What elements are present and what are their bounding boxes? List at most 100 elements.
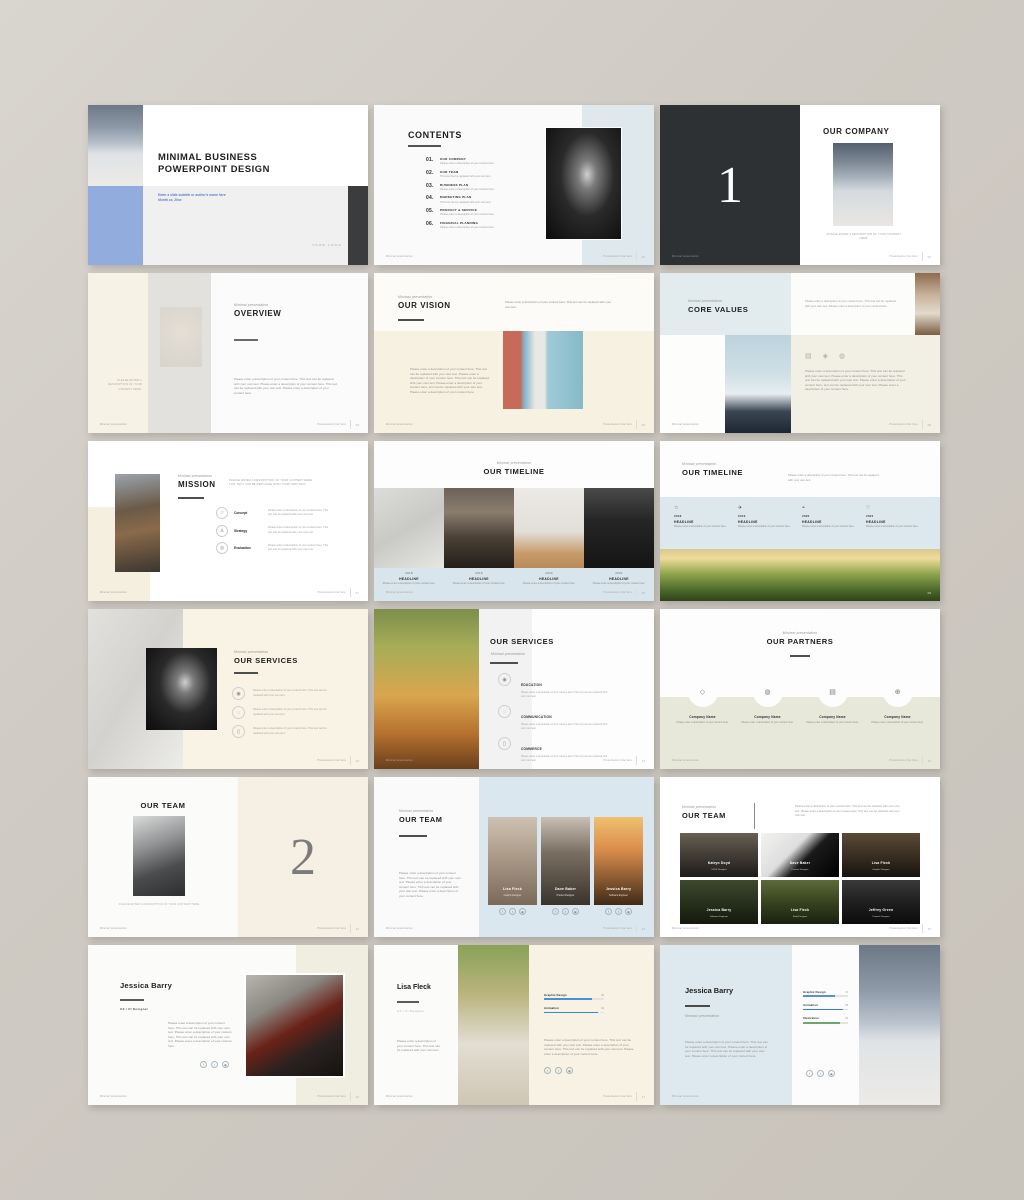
slide-profile-jessica[interactable]: Jessica Barry UX / UI Designer Please en…: [88, 945, 368, 1105]
svc-rule: [234, 672, 258, 674]
facebook-icon[interactable]: f: [499, 908, 506, 915]
slide-services-b[interactable]: OUR SERVICES Minimal presentation ◉ EDUC…: [374, 609, 654, 769]
slide-mission[interactable]: Minimal presentation MISSION PLEASE ENTE…: [88, 441, 368, 601]
twitter-icon[interactable]: t: [817, 1070, 824, 1077]
facebook-icon[interactable]: f: [544, 1067, 551, 1074]
list-item[interactable]: ✈ 2019 HEADLINE Please enter a descripti…: [738, 505, 802, 529]
section-photo: [133, 816, 185, 896]
instagram-icon[interactable]: ▣: [566, 1067, 573, 1074]
list-item[interactable]: ◌ COMMUNICATION Please enter a descripti…: [498, 705, 609, 731]
team-card[interactable]: Dave Baker Product Designer: [541, 817, 590, 905]
twitter-icon[interactable]: t: [555, 1067, 562, 1074]
list-item[interactable]: ☆ Concept Please enter a description of …: [216, 507, 332, 519]
list-item[interactable]: ▤ Company Name Please enter a descriptio…: [800, 677, 865, 725]
team-card[interactable]: Jessica Barry Software Engineer: [594, 817, 643, 905]
list-item[interactable]: 01. OUR COMPANY Please enter a descripti…: [426, 157, 546, 165]
list-item[interactable]: 05. PRODUCT & SERVICE Please enter a des…: [426, 208, 546, 216]
slide-overview[interactable]: Minimal presentation OVERVIEW PLEASE ENT…: [88, 273, 368, 433]
member-name: Lisa Fleck: [790, 908, 810, 912]
briefcase-icon: ▤: [817, 677, 848, 707]
page-number: 15: [927, 927, 931, 931]
list-item[interactable]: 03. BUSINESS PLAN Please enter a descrip…: [426, 183, 546, 191]
list-item[interactable]: ♡ 2021 HEADLINE Please enter a descripti…: [866, 505, 930, 529]
list-item[interactable]: ⊕ Company Name Please enter a descriptio…: [865, 677, 930, 725]
list-item[interactable]: 2018 HEADLINE Please enter a description…: [374, 571, 444, 586]
twitter-icon[interactable]: t: [211, 1061, 218, 1068]
footer-left: Minimal presentation: [386, 591, 413, 594]
list-item[interactable]: 2019 HEADLINE Please enter a description…: [444, 571, 514, 586]
tl-title: OUR TIMELINE: [483, 467, 545, 476]
team-card[interactable]: Lisa Fleck Body Designer: [761, 880, 839, 924]
list-item[interactable]: 2020 HEADLINE Please enter a description…: [514, 571, 584, 586]
instagram-icon[interactable]: ▣: [519, 908, 526, 915]
list-item[interactable]: ◉ Please enter a description of your con…: [232, 687, 335, 700]
item-desc: Please enter a description of your conte…: [440, 187, 495, 191]
list-item[interactable]: 2021 HEADLINE Please enter a description…: [584, 571, 654, 586]
team-card[interactable]: Lisa Fleck Graphic Designer: [842, 833, 920, 877]
twitter-icon[interactable]: t: [562, 908, 569, 915]
slide-profile-jessica-2[interactable]: Jessica Barry Minimal presentation Pleas…: [660, 945, 940, 1105]
chat-icon: ◌: [232, 706, 245, 719]
list-item[interactable]: ▯ Please enter a description of your con…: [232, 725, 335, 738]
list-item[interactable]: ◎ Evaluation Please enter a description …: [216, 542, 332, 554]
title-photo: [88, 105, 143, 186]
slide-vision[interactable]: Minimal presentation OUR VISION Please e…: [374, 273, 654, 433]
tl-desc: Please enter a description of your conte…: [592, 582, 646, 585]
twitter-icon[interactable]: t: [509, 908, 516, 915]
compass-icon: ◍: [752, 677, 783, 707]
tl-year: 2018: [405, 571, 413, 575]
slide-team-a[interactable]: Minimal presentation OUR TEAM Please ent…: [374, 777, 654, 937]
item-number: 01.: [426, 157, 434, 163]
facebook-icon[interactable]: f: [200, 1061, 207, 1068]
chat-icon: ◌: [498, 705, 511, 719]
facebook-icon[interactable]: f: [605, 908, 612, 915]
instagram-icon[interactable]: ▣: [828, 1070, 835, 1077]
list-item[interactable]: ☆ 2018 HEADLINE Please enter a descripti…: [674, 505, 738, 529]
cv-arch-photo: [915, 273, 940, 335]
list-item[interactable]: ▯ COMMERCE Please enter a description of…: [498, 737, 609, 763]
list-item[interactable]: ◇ Company Name Please enter a descriptio…: [670, 677, 735, 725]
slide-team-b[interactable]: Minimal presentation OUR TEAM Please ent…: [660, 777, 940, 937]
slide-timeline-b[interactable]: Minimal presentation OUR TIMELINE Please…: [660, 441, 940, 601]
team-card[interactable]: Jeffrey Green Product Designer: [842, 880, 920, 924]
slide-profile-lisa[interactable]: Lisa Fleck UX / UI Designer Please enter…: [374, 945, 654, 1105]
slide-timeline-a[interactable]: Minimal presentation OUR TIMELINE 2018 H…: [374, 441, 654, 601]
list-item[interactable]: 02. OUR TEAM This text can be replaced w…: [426, 170, 546, 178]
slide-section-team[interactable]: OUR TEAM PLEASE ENTER A DESCRIPTION OF Y…: [88, 777, 368, 937]
rocket-icon: ✈: [738, 505, 743, 511]
page-number: 09: [927, 591, 931, 595]
slide-title[interactable]: MINIMAL BUSINESS POWERPOINT DESIGN Enter…: [88, 105, 368, 265]
twitter-icon[interactable]: t: [615, 908, 622, 915]
facebook-icon[interactable]: f: [552, 908, 559, 915]
member-role: Graphic Designer: [872, 869, 890, 871]
slide-section-company[interactable]: 1 OUR COMPANY PLEASE ENTER A DESCRIPTION…: [660, 105, 940, 265]
slide-core-values[interactable]: Minimal presentation CORE VALUES Please …: [660, 273, 940, 433]
footer-divider: [636, 924, 637, 933]
instagram-icon[interactable]: ▣: [625, 908, 632, 915]
team-card[interactable]: Jessica Barry Software Engineer: [680, 880, 758, 924]
team-card[interactable]: Lisa Fleck Graphic Designer: [488, 817, 537, 905]
list-item[interactable]: ◉ EDUCATION Please enter a description o…: [498, 673, 609, 699]
section-caption: PLEASE ENTER A DESCRIPTION OF YOUR COMPA…: [826, 233, 902, 241]
team-card[interactable]: Dave Baker Product Designer: [761, 833, 839, 877]
skill-item: Animation 90: [544, 1006, 604, 1014]
slide-partners[interactable]: Minimal presentation OUR PARTNERS ◇ Comp…: [660, 609, 940, 769]
list-item[interactable]: ◓ 2020 HEADLINE Please enter a descripti…: [802, 505, 866, 529]
team-body: Please enter a description of your conte…: [399, 871, 461, 898]
row-label: COMMUNICATION: [521, 715, 552, 720]
member-role: Software Engineer: [609, 895, 628, 897]
slide-contents[interactable]: CONTENTS 01. OUR COMPANY Please enter a …: [374, 105, 654, 265]
list-item[interactable]: 06. FINANCIAL PLANNING Please enter a de…: [426, 221, 546, 229]
team-card[interactable]: Katryn Doyd UX/UI Designer: [680, 833, 758, 877]
list-item[interactable]: 04. MARKETING PLAN This text can be repl…: [426, 195, 546, 203]
instagram-icon[interactable]: ▣: [572, 908, 579, 915]
list-item[interactable]: ◍ Company Name Please enter a descriptio…: [735, 677, 800, 725]
facebook-icon[interactable]: f: [806, 1070, 813, 1077]
list-item[interactable]: ♙ Strategy Please enter a description of…: [216, 524, 332, 537]
footer-left: Minimal presentation: [672, 423, 699, 426]
footer-right: Presentation title here: [317, 1095, 346, 1098]
list-item[interactable]: ◌ Please enter a description of your con…: [232, 706, 335, 719]
slide-services-a[interactable]: Minimal presentation OUR SERVICES ◉ Plea…: [88, 609, 368, 769]
row-label: EDUCATION: [521, 683, 542, 687]
instagram-icon[interactable]: ▣: [222, 1061, 229, 1068]
